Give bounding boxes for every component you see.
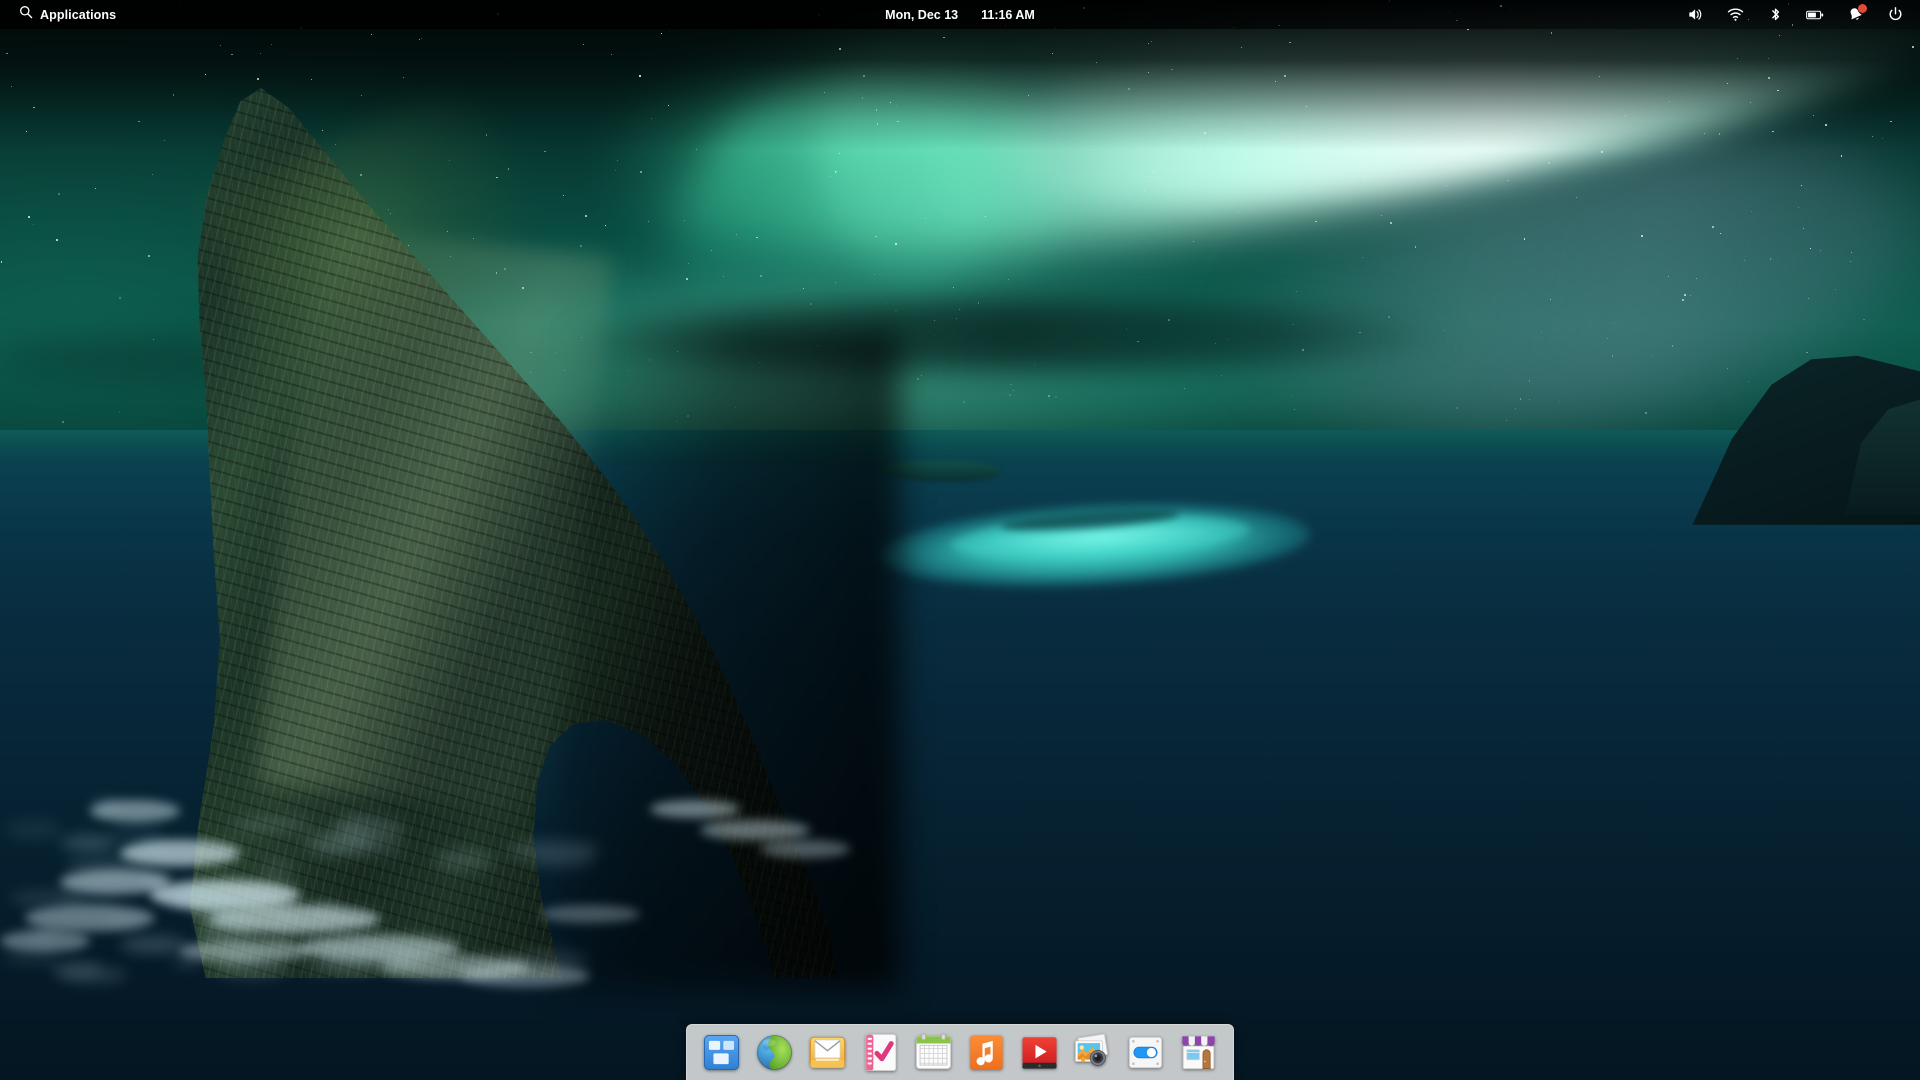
- desktop[interactable]: Applications Mon, Dec 13 11:16 AM: [0, 0, 1920, 1080]
- dock-item-files[interactable]: [698, 1029, 745, 1076]
- dock-item-music[interactable]: [963, 1029, 1010, 1076]
- panel-tray: [1686, 3, 1920, 24]
- clock-time: 11:16 AM: [981, 7, 1035, 22]
- power-icon[interactable]: [1886, 6, 1904, 24]
- clock-date: Mon, Dec 13: [885, 7, 959, 22]
- dock-item-calendar[interactable]: [910, 1029, 957, 1076]
- bluetooth-icon[interactable]: [1766, 6, 1784, 24]
- globe-icon: [753, 1031, 796, 1074]
- dock-item-tasks[interactable]: [857, 1029, 904, 1076]
- envelope-icon: [806, 1031, 849, 1074]
- wifi-icon[interactable]: [1726, 6, 1744, 24]
- dock-item-system-settings[interactable]: [1122, 1029, 1169, 1076]
- dock-item-appcenter[interactable]: [1175, 1029, 1222, 1076]
- dock-item-videos[interactable]: [1016, 1029, 1063, 1076]
- sea-stack-shadow: [560, 330, 900, 990]
- storefront-icon: [1177, 1031, 1220, 1074]
- top-panel: Applications Mon, Dec 13 11:16 AM: [0, 0, 1920, 29]
- panel-left-section: Applications: [0, 2, 124, 27]
- dock: [686, 1024, 1234, 1080]
- search-icon: [19, 5, 33, 24]
- toggle-switch-icon: [1124, 1031, 1167, 1074]
- dock-container: [686, 1024, 1234, 1080]
- volume-icon[interactable]: [1686, 6, 1704, 24]
- panel-clock[interactable]: Mon, Dec 13 11:16 AM: [885, 8, 1035, 22]
- notification-bell-icon[interactable]: [1846, 3, 1867, 24]
- dock-item-photos[interactable]: [1069, 1029, 1116, 1076]
- files-icon: [700, 1031, 743, 1074]
- dock-item-web-browser[interactable]: [751, 1029, 798, 1076]
- photo-camera-icon: [1071, 1031, 1114, 1074]
- notebook-check-icon: [859, 1031, 902, 1074]
- music-note-icon: [965, 1031, 1008, 1074]
- applications-menu-button[interactable]: Applications: [11, 2, 124, 27]
- notification-badge: [1858, 3, 1867, 13]
- applications-label: Applications: [40, 7, 117, 22]
- play-icon: [1018, 1031, 1061, 1074]
- dock-item-mail[interactable]: [804, 1029, 851, 1076]
- calendar-icon: [912, 1031, 955, 1074]
- battery-icon[interactable]: [1806, 6, 1824, 24]
